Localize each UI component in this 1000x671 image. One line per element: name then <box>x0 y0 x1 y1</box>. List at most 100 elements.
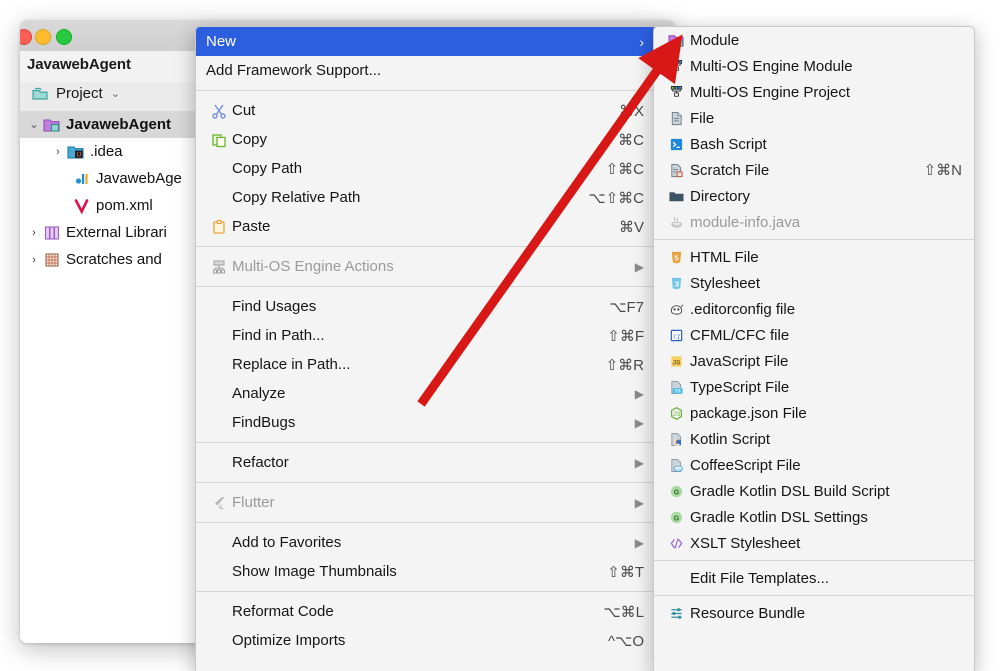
minimize-button[interactable] <box>35 29 51 45</box>
expand-arrow-icon[interactable]: › <box>26 254 42 266</box>
submenu-item-file[interactable]: File <box>654 105 974 131</box>
menu-item-accel: ⌘V <box>619 218 644 236</box>
menu-item-paste[interactable]: Paste ⌘V <box>196 212 656 241</box>
svg-text:5: 5 <box>674 253 678 262</box>
menu-item-label: FindBugs <box>232 414 621 431</box>
submenu-item-cfml-cfc-file[interactable]: Cf CFML/CFC file <box>654 322 974 348</box>
submenu-item-gradle-kotlin-dsl-settings[interactable]: G Gradle Kotlin DSL Settings <box>654 504 974 530</box>
close-button[interactable] <box>20 29 32 45</box>
menu-item-optimize-imports[interactable]: Optimize Imports ^⌥O <box>196 626 656 655</box>
svg-text:JS: JS <box>672 359 681 366</box>
menu-item-label: Multi-OS Engine Actions <box>232 258 621 275</box>
new-submenu[interactable]: Module Multi-OS Engine Module <box>653 26 975 671</box>
menu-item-label: Replace in Path... <box>232 356 586 373</box>
menu-item-cut[interactable]: Cut ⌘X <box>196 96 656 125</box>
chevron-right-icon: ▶ <box>635 456 644 470</box>
submenu-item-typescript-file[interactable]: TS TypeScript File <box>654 374 974 400</box>
menu-item-copy[interactable]: Copy ⌘C <box>196 125 656 154</box>
menu-item-refactor[interactable]: Refactor ▶ <box>196 448 656 477</box>
submenu-item-bash-script[interactable]: Bash Script <box>654 131 974 157</box>
submenu-item-editorconfig-file[interactable]: .editorconfig file <box>654 296 974 322</box>
submenu-item-label: .editorconfig file <box>690 301 962 318</box>
submenu-item-coffeescript-file[interactable]: CoffeeScript File <box>654 452 974 478</box>
cfml-icon: Cf <box>662 328 690 343</box>
submenu-item-label: module-info.java <box>690 214 962 231</box>
file-icon <box>662 111 690 126</box>
submenu-item-resource-bundle[interactable]: Resource Bundle <box>654 600 974 626</box>
submenu-item-package-json-file[interactable]: JS package.json File <box>654 400 974 426</box>
maven-icon <box>72 198 92 214</box>
menu-item-accel: ⌘C <box>618 131 644 149</box>
menu-item-show-image-thumbnails[interactable]: Show Image Thumbnails ⇧⌘T <box>196 557 656 586</box>
menu-item-copy-relative-path[interactable]: Copy Relative Path ⌥⇧⌘C <box>196 183 656 212</box>
submenu-item-javascript-file[interactable]: JS JavaScript File <box>654 348 974 374</box>
tab-project[interactable]: Project ⌄ <box>30 85 120 102</box>
maximize-button[interactable] <box>56 29 72 45</box>
tree-row-label: .idea <box>90 143 123 160</box>
submenu-item-label: File <box>690 110 962 127</box>
module-icon <box>662 33 690 48</box>
context-menu[interactable]: New › Add Framework Support... Cut ⌘X <box>195 26 657 671</box>
expand-arrow-icon[interactable]: › <box>50 146 66 158</box>
module-icon <box>42 117 62 133</box>
copy-icon <box>206 132 232 148</box>
directory-icon <box>662 189 690 204</box>
submenu-item-label: Scratch File <box>690 162 904 179</box>
menu-item-copy-path[interactable]: Copy Path ⇧⌘C <box>196 154 656 183</box>
submenu-item-html-file[interactable]: 5 HTML File <box>654 244 974 270</box>
resource-bundle-icon <box>662 606 690 621</box>
multios-project-icon <box>662 85 690 100</box>
chevron-right-icon: › <box>639 34 644 50</box>
expand-arrow-icon[interactable]: › <box>26 227 42 239</box>
menu-item-label: Add Framework Support... <box>206 62 644 79</box>
submenu-item-edit-file-templates[interactable]: Edit File Templates... <box>654 565 974 591</box>
menu-separator <box>654 595 974 596</box>
menu-item-label: Add to Favorites <box>232 534 621 551</box>
chevron-right-icon: ▶ <box>635 260 644 274</box>
menu-item-reformat-code[interactable]: Reformat Code ⌥⌘L <box>196 597 656 626</box>
submenu-item-label: Kotlin Script <box>690 431 962 448</box>
menu-item-find-in-path[interactable]: Find in Path... ⇧⌘F <box>196 321 656 350</box>
menu-item-find-usages[interactable]: Find Usages ⌥F7 <box>196 292 656 321</box>
submenu-item-label: Module <box>690 32 962 49</box>
submenu-item-stylesheet[interactable]: 3 Stylesheet <box>654 270 974 296</box>
submenu-item-xslt-stylesheet[interactable]: XSLT Stylesheet <box>654 530 974 556</box>
tab-project-label: Project <box>56 85 103 102</box>
submenu-item-multi-os-engine-project[interactable]: Multi-OS Engine Project <box>654 79 974 105</box>
menu-item-findbugs[interactable]: FindBugs ▶ <box>196 408 656 437</box>
submenu-item-kotlin-script[interactable]: Kotlin Script <box>654 426 974 452</box>
menu-item-add-framework-support[interactable]: Add Framework Support... <box>196 56 656 85</box>
submenu-item-label: Resource Bundle <box>690 605 962 622</box>
menu-item-flutter: Flutter ▶ <box>196 488 656 517</box>
menu-item-new[interactable]: New › <box>196 27 656 56</box>
java-icon <box>662 215 690 230</box>
library-icon <box>42 225 62 241</box>
menu-item-replace-in-path[interactable]: Replace in Path... ⇧⌘R <box>196 350 656 379</box>
gradle-icon: G <box>662 510 690 525</box>
menu-item-label: Copy <box>232 131 598 148</box>
submenu-item-gradle-kotlin-dsl-build-script[interactable]: G Gradle Kotlin DSL Build Script <box>654 478 974 504</box>
menu-item-label: Paste <box>232 218 599 235</box>
menu-separator <box>196 591 656 592</box>
submenu-item-multi-os-engine-module[interactable]: Multi-OS Engine Module <box>654 53 974 79</box>
chevron-right-icon: ▶ <box>635 387 644 401</box>
menu-item-label: Reformat Code <box>232 603 583 620</box>
menu-item-analyze[interactable]: Analyze ▶ <box>196 379 656 408</box>
svg-text:JS: JS <box>672 411 680 418</box>
submenu-item-label: Multi-OS Engine Module <box>690 58 962 75</box>
expand-arrow-icon[interactable]: ⌄ <box>26 118 42 131</box>
submenu-item-module[interactable]: Module <box>654 27 974 53</box>
submenu-item-label: Gradle Kotlin DSL Build Script <box>690 483 962 500</box>
submenu-item-accel: ⇧⌘N <box>924 161 962 179</box>
submenu-item-scratch-file[interactable]: Scratch File ⇧⌘N <box>654 157 974 183</box>
menu-item-accel: ⌥⇧⌘C <box>588 189 644 207</box>
menu-item-label: Find in Path... <box>232 327 587 344</box>
menu-item-add-to-favorites[interactable]: Add to Favorites ▶ <box>196 528 656 557</box>
tree-row-label: pom.xml <box>96 197 153 214</box>
menu-item-accel: ⇧⌘C <box>606 160 644 178</box>
menu-item-label: Copy Path <box>232 160 586 177</box>
svg-text:IJ: IJ <box>76 152 81 158</box>
chevron-down-icon[interactable]: ⌄ <box>111 87 120 100</box>
menu-item-multi-os-engine-actions: Multi-OS Engine Actions ▶ <box>196 252 656 281</box>
submenu-item-directory[interactable]: Directory <box>654 183 974 209</box>
